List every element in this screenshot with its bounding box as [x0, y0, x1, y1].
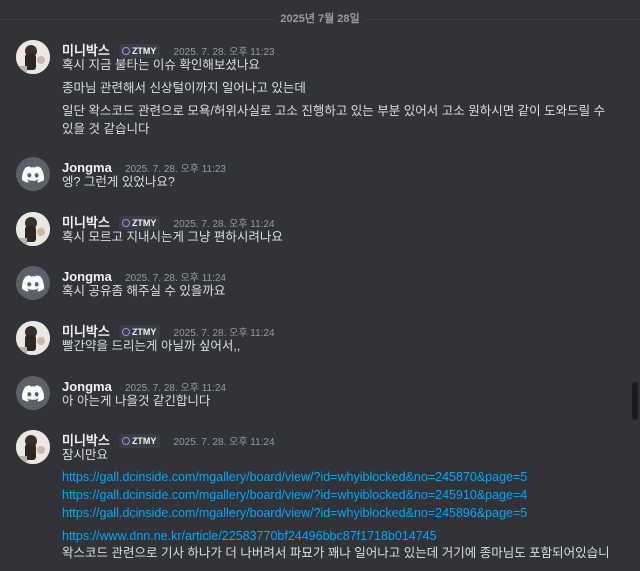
- message-text: 잠시만요: [62, 448, 109, 462]
- avatar-photo-icon: [16, 212, 50, 246]
- message-text: 빨간약을 드리는게 아닐까 싶어서,,: [62, 339, 241, 353]
- guild-tag-label: ZTMY: [131, 46, 157, 56]
- guild-tag-icon: [121, 328, 130, 336]
- discord-icon: [22, 165, 44, 183]
- message-link[interactable]: https://gall.dcinside.com/mgallery/board…: [62, 468, 527, 486]
- avatar-photo-icon: [16, 40, 50, 74]
- message-text: 아 아는게 나을것 같긴합니다: [62, 394, 211, 408]
- avatar[interactable]: [16, 40, 50, 74]
- message-timestamp: 2025. 7. 28. 오후 11:24: [173, 437, 275, 448]
- avatar[interactable]: [16, 212, 50, 246]
- guild-tag-label: ZTMY: [131, 436, 157, 446]
- avatar[interactable]: [16, 376, 50, 410]
- guild-tag-icon: [121, 219, 130, 227]
- scrollbar-thumb[interactable]: [632, 382, 638, 420]
- message-text: 일단 왁스코드 관련으로 모욕/허위사실로 고소 진행하고 있는 부분 있어서 …: [62, 104, 606, 118]
- guild-tag[interactable]: ZTMY: [118, 434, 161, 448]
- message-text: 혹시 모르고 지내시는게 그냥 편하시려나요: [62, 230, 283, 244]
- message-text: 혹시 공유좀 해주실 수 있을까요: [62, 284, 226, 298]
- message-text: 있을 것 같습니다: [62, 122, 150, 136]
- avatar-photo-icon: [16, 321, 50, 355]
- avatar[interactable]: [16, 430, 50, 464]
- discord-icon: [22, 384, 44, 402]
- avatar[interactable]: [16, 266, 50, 300]
- message-link[interactable]: https://gall.dcinside.com/mgallery/board…: [62, 486, 527, 504]
- message-text: 종마님 관련해서 신상털이까지 일어나고 있는데: [62, 81, 306, 95]
- message-text: 왁스코드 관련으로 기사 하나가 더 나버려서 파묘가 꽤나 일어나고 있는데 …: [62, 546, 610, 560]
- avatar[interactable]: [16, 321, 50, 355]
- guild-tag-icon: [121, 47, 130, 55]
- guild-tag-icon: [121, 437, 130, 445]
- guild-tag-label: ZTMY: [131, 218, 157, 228]
- message-text: 혹시 지금 불타는 이슈 확인해보셨나요: [62, 58, 260, 72]
- guild-tag-label: ZTMY: [131, 327, 157, 337]
- avatar[interactable]: [16, 157, 50, 191]
- message-link[interactable]: https://gall.dcinside.com/mgallery/board…: [62, 504, 527, 522]
- message-text: 엥? 그런게 있었나요?: [62, 175, 175, 189]
- date-divider: 2025년 7월 28일: [0, 8, 640, 30]
- avatar-photo-icon: [16, 430, 50, 464]
- message-link[interactable]: https://www.dnn.ne.kr/article/22583770bf…: [62, 527, 437, 545]
- date-divider-label: 2025년 7월 28일: [274, 12, 366, 26]
- discord-icon: [22, 274, 44, 292]
